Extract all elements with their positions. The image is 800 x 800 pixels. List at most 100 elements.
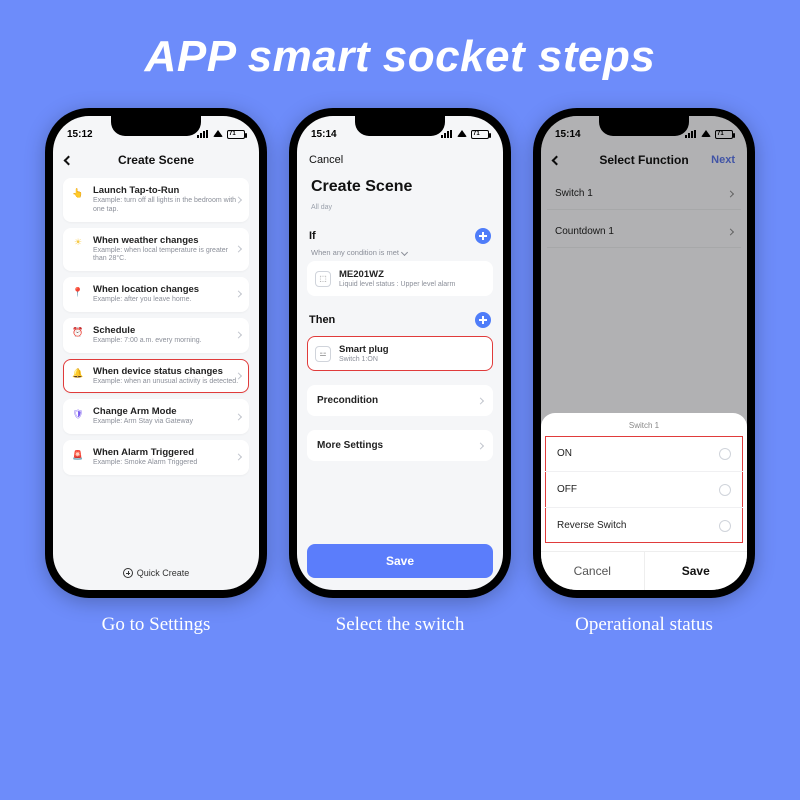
action-sheet: Switch 1 ONOFFReverse Switch Cancel Save xyxy=(541,413,747,590)
trigger-card[interactable]: 🚨 When Alarm TriggeredExample: Smoke Alar… xyxy=(63,440,249,475)
nav-bar: Create Scene xyxy=(53,146,259,174)
option-label: Reverse Switch xyxy=(557,520,626,531)
more-settings-row[interactable]: More Settings xyxy=(307,430,493,461)
trigger-title: When Alarm Triggered xyxy=(93,447,241,458)
wifi-icon xyxy=(457,130,467,137)
option-row[interactable]: ON xyxy=(545,436,743,471)
action-item-smart-plug[interactable]: ⚍ Smart plug Switch 1:ON xyxy=(307,336,493,371)
then-section: Then ⚍ Smart plug Switch 1:ON xyxy=(307,312,493,375)
nav-title: Create Scene xyxy=(118,153,194,167)
if-condition-mode[interactable]: When any condition is met xyxy=(307,248,493,257)
option-row[interactable]: OFF xyxy=(545,471,743,507)
if-label: If xyxy=(309,230,316,242)
trigger-sub: Example: turn off all lights in the bedr… xyxy=(93,197,241,215)
plus-icon xyxy=(123,568,133,578)
scene-title: Create Scene xyxy=(311,178,489,196)
chevron-right-icon xyxy=(477,397,484,404)
condition-item[interactable]: ⬚ ME201WZ Liquid level status : Upper le… xyxy=(307,261,493,296)
caption-2: Select the switch xyxy=(289,614,511,636)
trigger-icon: 🛡 xyxy=(71,407,85,421)
condition-title: ME201WZ xyxy=(339,269,485,280)
status-time: 15:14 xyxy=(311,129,337,140)
trigger-title: Change Arm Mode xyxy=(93,406,241,417)
trigger-title: When device status changes xyxy=(93,366,241,377)
trigger-title: When location changes xyxy=(93,284,241,295)
status-icons: 71 xyxy=(197,130,245,139)
trigger-icon: ☀ xyxy=(71,236,85,250)
cancel-button[interactable]: Cancel xyxy=(309,154,343,166)
trigger-icon: 🚨 xyxy=(71,448,85,462)
page-title: APP smart socket steps xyxy=(0,0,800,82)
action-title: Smart plug xyxy=(339,344,485,355)
caption-1: Go to Settings xyxy=(45,614,267,636)
add-action-button[interactable] xyxy=(475,312,491,328)
notch xyxy=(355,116,445,136)
signal-icon xyxy=(197,130,209,138)
chevron-left-icon xyxy=(64,156,74,166)
add-condition-button[interactable] xyxy=(475,228,491,244)
quick-create-button[interactable]: Quick Create xyxy=(53,560,259,590)
phone-3: 15:14 71 Select Function Next Switch 1Co… xyxy=(533,108,755,598)
nav-bar: Cancel xyxy=(297,146,503,174)
if-sub-label: When any condition is met xyxy=(311,248,399,257)
if-section: If When any condition is met ⬚ ME201WZ L… xyxy=(307,228,493,300)
trigger-icon: 📍 xyxy=(71,285,85,299)
trigger-sub: Example: 7:00 a.m. every morning. xyxy=(93,337,241,346)
scene-header: Create Scene All day xyxy=(307,178,493,216)
chevron-down-icon xyxy=(401,249,408,256)
trigger-icon: 🔔 xyxy=(71,367,85,381)
sheet-save-button[interactable]: Save xyxy=(645,552,748,590)
scene-subtitle: All day xyxy=(311,204,332,211)
radio-icon xyxy=(719,448,731,460)
save-button[interactable]: Save xyxy=(307,544,493,578)
phone-1: 15:12 71 Create Scene 👆 Launch Tap-to-Run… xyxy=(45,108,267,598)
scene-builder: Create Scene All day If When any conditi… xyxy=(297,174,503,590)
option-label: ON xyxy=(557,448,572,459)
quick-create-label: Quick Create xyxy=(137,568,190,578)
phone-2: 15:14 71 Cancel Create Scene All day If xyxy=(289,108,511,598)
trigger-title: Schedule xyxy=(93,325,241,336)
battery-icon: 71 xyxy=(227,130,245,139)
notch xyxy=(599,116,689,136)
phones-row: 15:12 71 Create Scene 👆 Launch Tap-to-Run… xyxy=(0,108,800,598)
trigger-title: Launch Tap-to-Run xyxy=(93,185,241,196)
option-list: ON OFF Reverse Switch xyxy=(545,436,743,543)
then-label: Then xyxy=(309,314,335,326)
trigger-icon: 👆 xyxy=(71,186,85,200)
back-button[interactable] xyxy=(65,153,72,167)
trigger-sub: Example: after you leave home. xyxy=(93,296,241,305)
chevron-right-icon xyxy=(477,442,484,449)
trigger-card[interactable]: ⏰ ScheduleExample: 7:00 a.m. every mornin… xyxy=(63,318,249,353)
option-label: OFF xyxy=(557,484,577,495)
precondition-row[interactable]: Precondition xyxy=(307,385,493,416)
precondition-label: Precondition xyxy=(317,395,378,406)
trigger-sub: Example: when an unusual activity is det… xyxy=(93,378,241,387)
trigger-sub: Example: when local temperature is great… xyxy=(93,247,241,265)
trigger-card[interactable]: 📍 When location changesExample: after you… xyxy=(63,277,249,312)
status-icons: 71 xyxy=(441,130,489,139)
plug-icon: ⚍ xyxy=(315,346,331,362)
save-bar: Save xyxy=(307,544,493,578)
trigger-card[interactable]: 🔔 When device status changesExample: when… xyxy=(63,359,249,394)
scene-trigger-list: 👆 Launch Tap-to-RunExample: turn off all … xyxy=(53,174,259,560)
radio-icon xyxy=(719,484,731,496)
status-time: 15:12 xyxy=(67,129,93,140)
wifi-icon xyxy=(213,130,223,137)
trigger-card[interactable]: ☀ When weather changesExample: when local… xyxy=(63,228,249,272)
trigger-card[interactable]: 👆 Launch Tap-to-RunExample: turn off all … xyxy=(63,178,249,222)
signal-icon xyxy=(441,130,453,138)
battery-icon: 71 xyxy=(471,130,489,139)
radio-icon xyxy=(719,520,731,532)
trigger-sub: Example: Smoke Alarm Triggered xyxy=(93,459,241,468)
condition-sub: Liquid level status : Upper level alarm xyxy=(339,281,485,288)
option-row[interactable]: Reverse Switch xyxy=(545,507,743,543)
trigger-title: When weather changes xyxy=(93,235,241,246)
sheet-cancel-button[interactable]: Cancel xyxy=(541,552,645,590)
device-icon: ⬚ xyxy=(315,271,331,287)
notch xyxy=(111,116,201,136)
caption-3: Operational status xyxy=(533,614,755,636)
trigger-card[interactable]: 🛡Change Arm ModeExample: Arm Stay via Ga… xyxy=(63,399,249,434)
more-settings-label: More Settings xyxy=(317,440,383,451)
captions-row: Go to Settings Select the switch Operati… xyxy=(0,614,800,636)
trigger-icon: ⏰ xyxy=(71,326,85,340)
